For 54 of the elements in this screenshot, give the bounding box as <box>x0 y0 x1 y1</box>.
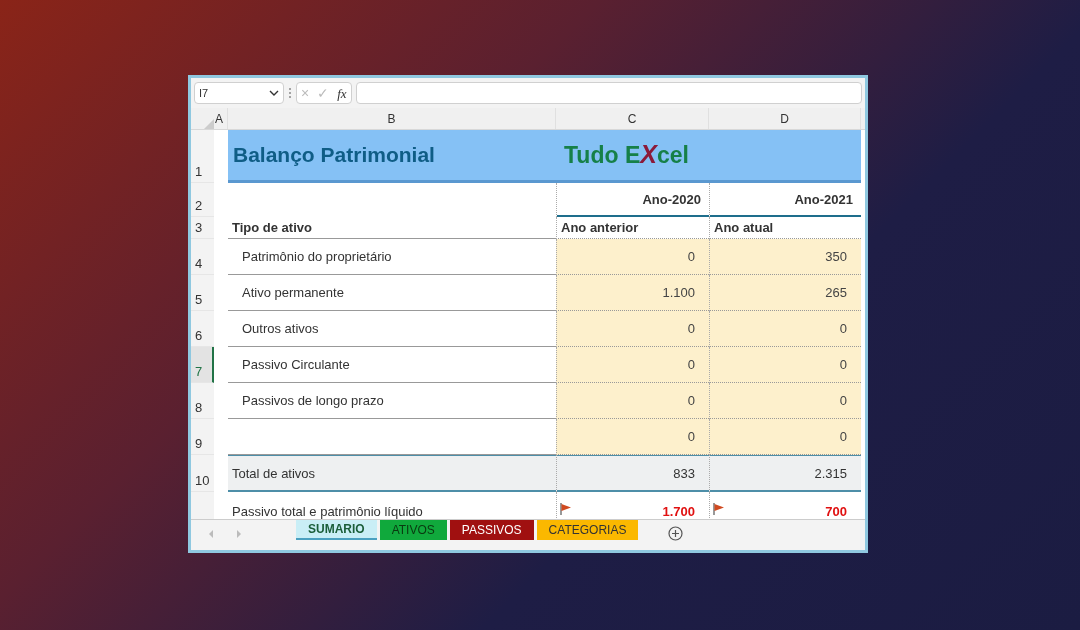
chevron-down-icon <box>269 90 279 96</box>
row-header[interactable]: 1 <box>191 130 214 183</box>
column-header[interactable]: B <box>228 108 556 129</box>
add-sheet-icon[interactable] <box>668 526 684 541</box>
table-cell: 1.100 <box>556 275 709 311</box>
row-header[interactable]: 3 <box>191 217 214 239</box>
row-label: Passivos de longo prazo <box>228 383 556 419</box>
scroll-right-icon[interactable] <box>236 530 241 538</box>
column-label: Tipo de ativo <box>228 217 556 239</box>
table-cell: 0 <box>556 239 709 275</box>
table-cell: 833 <box>556 455 709 492</box>
row-label: Outros ativos <box>228 311 556 347</box>
insert-function-button[interactable]: fx <box>337 86 347 100</box>
row-header[interactable]: 2 <box>191 183 214 217</box>
column-header[interactable]: C <box>556 108 709 129</box>
row-header[interactable]: 10 <box>191 455 214 492</box>
cell-reference: I7 <box>199 85 209 101</box>
row-label: Total de ativos <box>228 455 556 492</box>
column-label: Ano-2020 <box>556 183 709 217</box>
table-cell: 0 <box>556 347 709 383</box>
name-box[interactable]: I7 <box>194 82 284 104</box>
row-header[interactable]: 8 <box>191 383 214 419</box>
row-label: Passivo Circulante <box>228 347 556 383</box>
column-header[interactable]: A <box>214 108 228 129</box>
table-cell: 0 <box>556 419 709 455</box>
scroll-left-icon[interactable] <box>209 530 214 538</box>
formula-input-field[interactable] <box>355 82 862 104</box>
row-header[interactable]: 5 <box>191 275 214 311</box>
more-options-icon[interactable] <box>288 87 292 99</box>
row-label: Ativo permanente <box>228 275 556 311</box>
sheet-tab[interactable]: ATIVOS <box>379 520 447 540</box>
sheet-tab[interactable]: PASSIVOS <box>449 520 534 540</box>
column-header[interactable]: D <box>709 108 861 129</box>
sheet-tab[interactable]: CATEGORIAS <box>536 520 639 540</box>
sheet-title: Balanço Patrimonial <box>232 142 436 169</box>
table-cell: 2.315 <box>709 455 861 492</box>
row-header[interactable] <box>191 492 214 519</box>
table-cell: 0 <box>556 311 709 347</box>
logo: Tudo EXcel <box>563 139 689 171</box>
sheet-tab[interactable]: SUMARIO <box>296 520 377 540</box>
table-cell: 0 <box>709 419 861 455</box>
row-header[interactable]: 7 <box>191 347 214 383</box>
table-cell: 350 <box>709 239 861 275</box>
table-cell: 0 <box>556 383 709 419</box>
row-header[interactable]: 6 <box>191 311 214 347</box>
table-cell: 0 <box>709 311 861 347</box>
table-cell: 265 <box>709 275 861 311</box>
row-header[interactable]: 9 <box>191 419 214 455</box>
row-label: Patrimônio do proprietário <box>228 239 556 275</box>
row-label: Passivo total e patrimônio líquido <box>231 503 424 519</box>
table-cell: 0 <box>709 383 861 419</box>
table-cell: 0 <box>709 347 861 383</box>
column-label: Ano-2021 <box>709 183 861 217</box>
row-header[interactable]: 4 <box>191 239 214 275</box>
